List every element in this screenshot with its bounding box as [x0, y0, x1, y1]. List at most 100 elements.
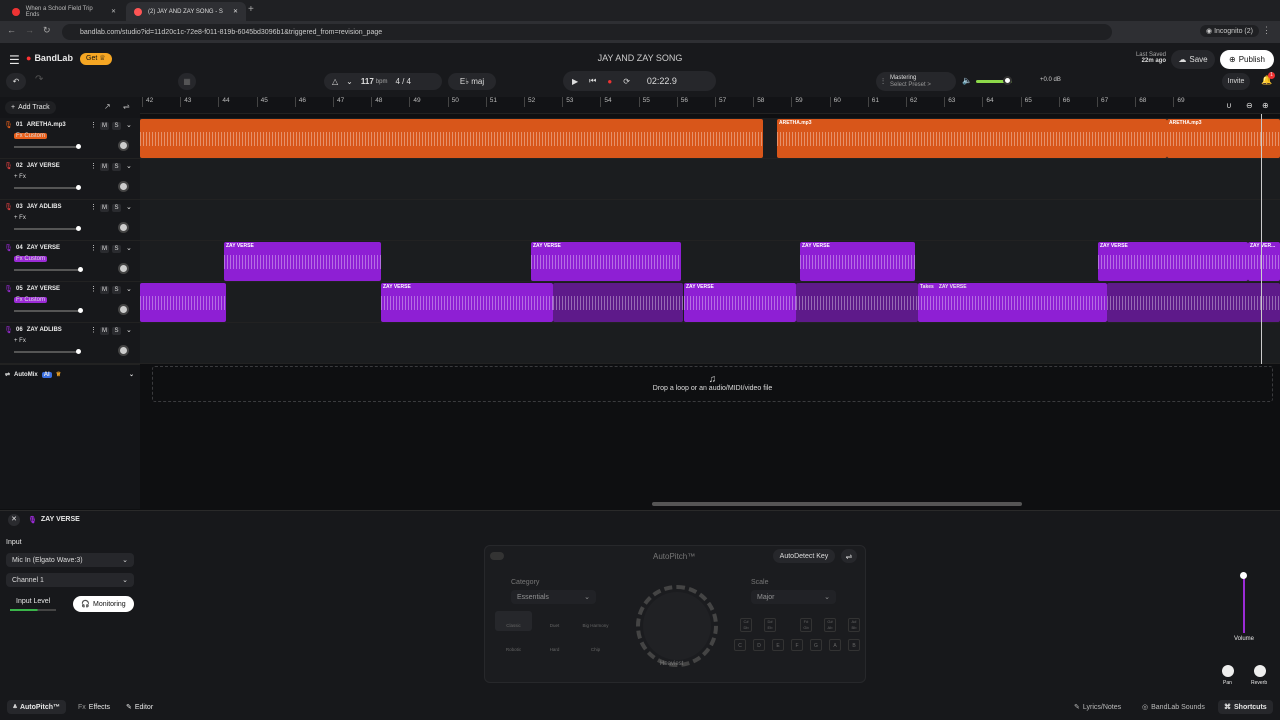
reload-icon[interactable]: ↻: [43, 25, 51, 36]
timeline-ruler[interactable]: 42 43 44 45 46 47 48 49 50 51 52 53 54 55 56 57 58 59 60 61…: [140, 97, 1280, 114]
drop-zone[interactable]: ♫ Drop a loop or an audio/MIDI/video fil…: [152, 366, 1273, 402]
audio-clip[interactable]: ZAY VERSE: [684, 283, 796, 322]
preset-button[interactable]: Duet: [536, 611, 573, 631]
track-name[interactable]: 03 JAY ADLIBS: [16, 204, 61, 210]
volume-slider-thumb[interactable]: [76, 144, 82, 149]
preset-button[interactable]: Hard: [536, 635, 573, 655]
monitoring-button[interactable]: 🎧 Monitoring: [73, 596, 134, 612]
audio-clip[interactable]: ZAY VERSE: [381, 283, 553, 322]
preset-button[interactable]: Big Harmony: [577, 611, 614, 631]
save-button[interactable]: ☁ Save: [1171, 50, 1215, 69]
add-track-button[interactable]: + Add Track: [5, 101, 56, 114]
bandlab-sounds-button[interactable]: ◎ BandLab Sounds: [1136, 700, 1211, 714]
track-lane[interactable]: [140, 323, 1280, 364]
preset-button[interactable]: Classic: [495, 611, 532, 631]
pan-knob[interactable]: [118, 345, 129, 356]
fx-button[interactable]: Fx Custom: [14, 297, 48, 303]
solo-button[interactable]: S: [112, 204, 121, 212]
pan-knob[interactable]: [118, 304, 129, 315]
autodetect-key-button[interactable]: AutoDetect Key: [773, 549, 835, 563]
filter-icon[interactable]: ⇌: [123, 102, 130, 111]
more-icon[interactable]: ⋮: [90, 244, 97, 252]
key-button[interactable]: C# Db: [740, 618, 752, 632]
fx-button[interactable]: + Fx: [14, 338, 26, 344]
close-icon[interactable]: ✕: [233, 8, 238, 15]
automation-icon[interactable]: ↗: [104, 102, 111, 111]
invite-button[interactable]: Invite: [1222, 73, 1250, 90]
mute-button[interactable]: M: [100, 286, 109, 294]
solo-button[interactable]: S: [112, 286, 121, 294]
reverb-knob[interactable]: [1254, 665, 1266, 677]
track-name[interactable]: 06 ZAY ADLIBS: [16, 327, 62, 333]
track-header[interactable]: 🎙 05 ZAY VERSE ⋮ M S ⌄ Fx Custom: [0, 282, 140, 323]
volume-slider[interactable]: [14, 310, 80, 312]
new-tab-icon[interactable]: +: [248, 4, 254, 15]
key-button[interactable]: A# Bb: [848, 618, 860, 632]
mute-button[interactable]: M: [100, 327, 109, 335]
audio-clip[interactable]: [1107, 283, 1280, 322]
forward-icon[interactable]: →: [25, 25, 34, 35]
fx-button[interactable]: Fx Custom: [14, 133, 48, 139]
mute-button[interactable]: M: [100, 163, 109, 171]
takes-badge[interactable]: Takes ZAY VERSE: [920, 284, 967, 290]
tab-effects[interactable]: Fx Effects: [72, 700, 116, 714]
master-volume-thumb[interactable]: [1003, 76, 1012, 85]
key-button[interactable]: A: [829, 639, 841, 651]
fx-button[interactable]: Fx Custom: [14, 256, 48, 262]
browser-tab[interactable]: When a School Field Trip Ends ✕: [4, 2, 124, 21]
volume-slider-thumb[interactable]: [76, 226, 82, 231]
mute-button[interactable]: M: [100, 204, 109, 212]
pan-knob[interactable]: [118, 222, 129, 233]
track-header[interactable]: 🎙 06 ZAY ADLIBS ⋮ M S ⌄ + Fx: [0, 323, 140, 364]
key-button[interactable]: F: [791, 639, 803, 651]
track-header[interactable]: 🎙 01 ARETHA.mp3 ⋮ M S ⌄ Fx Custom: [0, 118, 140, 159]
volume-slider-thumb[interactable]: [76, 185, 82, 190]
settings-sliders-icon[interactable]: ⇌: [841, 549, 857, 563]
solo-button[interactable]: S: [112, 122, 121, 130]
audio-clip[interactable]: ZAY VER...: [1248, 242, 1280, 281]
volume-fader-thumb[interactable]: [1240, 572, 1247, 579]
chevron-down-icon[interactable]: ⌄: [126, 326, 132, 334]
chevron-down-icon[interactable]: ⌄: [126, 162, 132, 170]
back-icon[interactable]: ←: [7, 25, 16, 35]
pan-knob[interactable]: [1222, 665, 1234, 677]
chevron-down-icon[interactable]: ⌄: [126, 121, 132, 129]
pan-knob[interactable]: [118, 140, 129, 151]
browser-tab-active[interactable]: (2) JAY AND ZAY SONG - S ✕: [126, 2, 246, 21]
close-icon[interactable]: ✕: [111, 8, 116, 15]
volume-slider-thumb[interactable]: [78, 308, 83, 313]
redo-icon[interactable]: ↷: [35, 74, 43, 85]
more-icon[interactable]: ⋮: [90, 203, 97, 211]
key-button[interactable]: B: [848, 639, 860, 651]
track-name[interactable]: 01 ARETHA.mp3: [16, 122, 66, 128]
audio-clip[interactable]: [140, 283, 226, 322]
more-icon[interactable]: ⋮: [90, 326, 97, 334]
category-select[interactable]: Essentials ⌄: [511, 590, 596, 604]
magnet-icon[interactable]: ∪: [1226, 101, 1232, 110]
record-icon[interactable]: ●: [607, 77, 612, 86]
solo-button[interactable]: S: [112, 245, 121, 253]
chevron-down-icon[interactable]: ⌄: [126, 203, 132, 211]
undo-button[interactable]: ↶: [6, 73, 26, 90]
channel-select[interactable]: Channel 1 ⌄: [6, 573, 134, 587]
track-lane[interactable]: [140, 200, 1280, 241]
volume-slider-thumb[interactable]: [78, 267, 83, 272]
skip-back-icon[interactable]: ⏮: [589, 76, 596, 86]
zoom-in-icon[interactable]: ⊕: [1262, 101, 1269, 110]
mute-button[interactable]: M: [100, 245, 109, 253]
close-editor-button[interactable]: ✕: [8, 514, 20, 526]
audio-clip[interactable]: Takes ZAY VERSE: [918, 283, 1107, 322]
volume-slider[interactable]: [14, 146, 80, 148]
key-button[interactable]: E: [772, 639, 784, 651]
more-icon[interactable]: ⋮: [90, 121, 97, 129]
volume-slider-thumb[interactable]: [76, 349, 82, 354]
audio-clip[interactable]: [140, 119, 763, 158]
solo-button[interactable]: S: [112, 163, 121, 171]
play-icon[interactable]: ▶: [572, 77, 578, 86]
mastering-button[interactable]: ⫶ Mastering Select Preset >: [876, 72, 956, 91]
scale-select[interactable]: Major ⌄: [751, 590, 836, 604]
solo-button[interactable]: S: [112, 327, 121, 335]
automix-row[interactable]: ⇌ AutoMix AI ♕ ⌄: [0, 364, 140, 384]
track-name[interactable]: 05 ZAY VERSE: [16, 286, 60, 292]
project-title[interactable]: JAY AND ZAY SONG: [0, 53, 1280, 63]
